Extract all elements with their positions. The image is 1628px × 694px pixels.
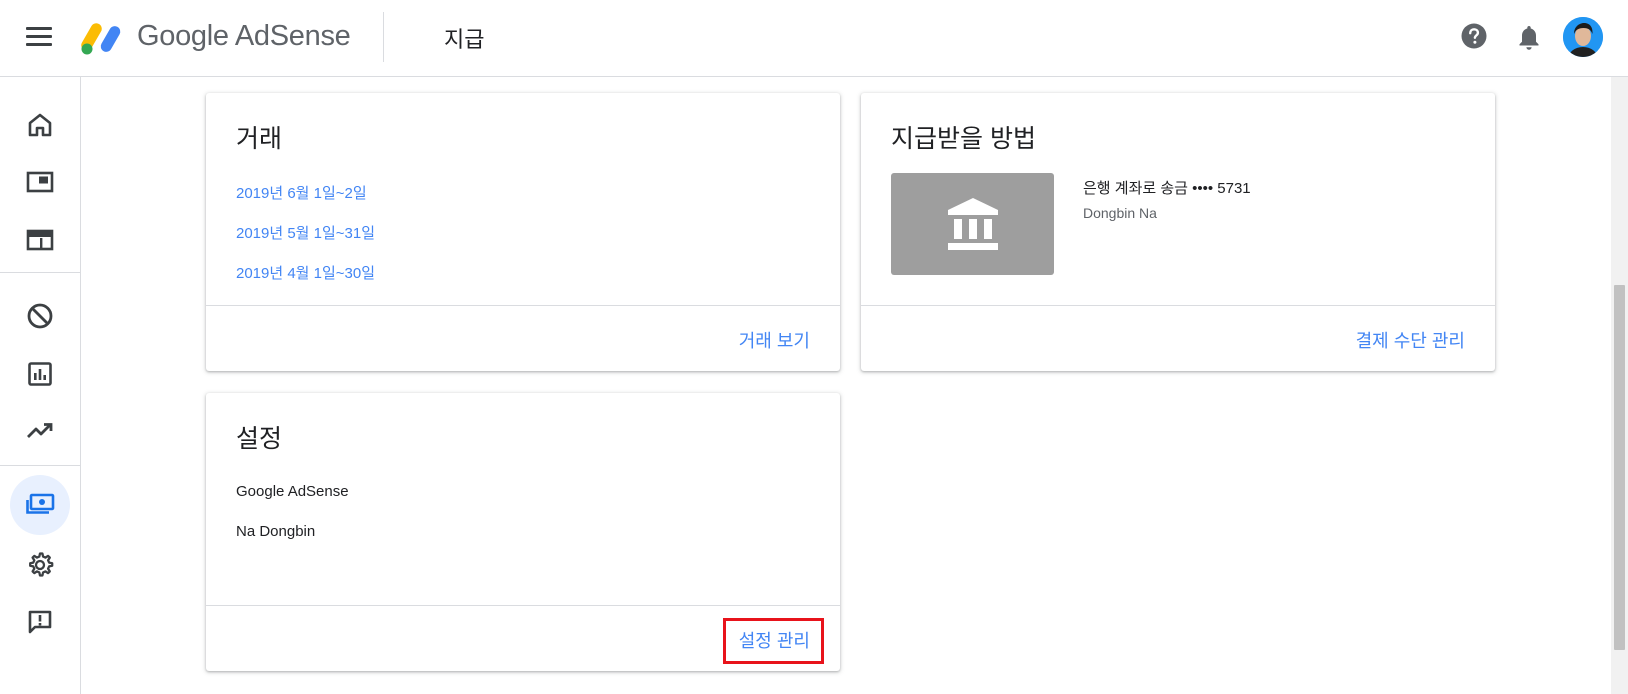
- settings-card: 설정 Google AdSense Na Dongbin 설정 관리: [206, 393, 840, 671]
- scrollbar-thumb[interactable]: [1614, 285, 1625, 650]
- card-footer: 결제 수단 관리: [861, 305, 1495, 371]
- rail-divider: [0, 465, 80, 466]
- feedback-icon: [28, 610, 52, 634]
- avatar[interactable]: [1563, 17, 1603, 57]
- view-transactions-link[interactable]: 거래 보기: [739, 327, 810, 353]
- bank-icon: [947, 198, 998, 250]
- payments-icon: [26, 493, 55, 514]
- rail-divider: [0, 272, 80, 273]
- sidebar-item-reports[interactable]: [10, 344, 70, 404]
- settings-product-name: Google AdSense: [236, 483, 349, 500]
- card-footer: 설정 관리: [206, 605, 840, 671]
- help-icon[interactable]: [1461, 23, 1487, 49]
- sidebar-item-feedback[interactable]: [10, 592, 70, 652]
- sidebar-item-blocking[interactable]: [10, 286, 70, 346]
- page-title: 지급: [444, 27, 485, 52]
- payment-method-text: 은행 계좌로 송금 •••• 5731: [1083, 180, 1251, 197]
- top-app-bar: Google AdSense 지급: [0, 0, 1628, 77]
- transactions-card: 거래 2019년 6월 1일~2일 2019년 5월 1일~31일 2019년 …: [206, 93, 840, 371]
- bank-image: [891, 173, 1054, 275]
- reports-icon: [28, 362, 52, 386]
- manage-payment-methods-link[interactable]: 결제 수단 관리: [1356, 327, 1465, 353]
- navigation-rail: [0, 77, 81, 694]
- sidebar-item-settings[interactable]: [10, 535, 70, 595]
- trending-icon: [27, 423, 53, 438]
- block-icon: [27, 303, 53, 329]
- brand-name[interactable]: Google AdSense: [137, 20, 351, 53]
- notifications-icon[interactable]: [1516, 23, 1542, 51]
- transaction-link[interactable]: 2019년 4월 1일~30일: [236, 262, 375, 283]
- sidebar-item-optimization[interactable]: [10, 401, 70, 461]
- sidebar-item-home[interactable]: [10, 95, 70, 155]
- sidebar-item-ads[interactable]: [10, 210, 70, 270]
- header-divider: [383, 12, 384, 62]
- adsense-logo-icon[interactable]: [80, 16, 124, 56]
- payment-method-card: 지급받을 방법 은행 계좌로 송금 •••• 5731 Dongbin Na 결…: [861, 93, 1495, 371]
- settings-payee-name: Na Dongbin: [236, 523, 316, 540]
- ads-icon: [26, 229, 54, 251]
- sidebar-item-payments[interactable]: [10, 475, 70, 535]
- menu-icon[interactable]: [26, 27, 52, 47]
- gear-icon: [29, 552, 54, 577]
- card-footer: 거래 보기: [206, 305, 840, 371]
- account-holder-name: Dongbin Na: [1083, 205, 1157, 221]
- card-title: 거래: [236, 125, 283, 153]
- transaction-link[interactable]: 2019년 6월 1일~2일: [236, 182, 367, 203]
- home-icon: [28, 113, 52, 137]
- card-title: 지급받을 방법: [891, 125, 1036, 153]
- card-title: 설정: [236, 425, 283, 453]
- sites-icon: [26, 171, 54, 193]
- sidebar-item-sites[interactable]: [10, 152, 70, 212]
- manage-settings-link[interactable]: 설정 관리: [739, 627, 810, 653]
- transaction-link[interactable]: 2019년 5월 1일~31일: [236, 222, 375, 243]
